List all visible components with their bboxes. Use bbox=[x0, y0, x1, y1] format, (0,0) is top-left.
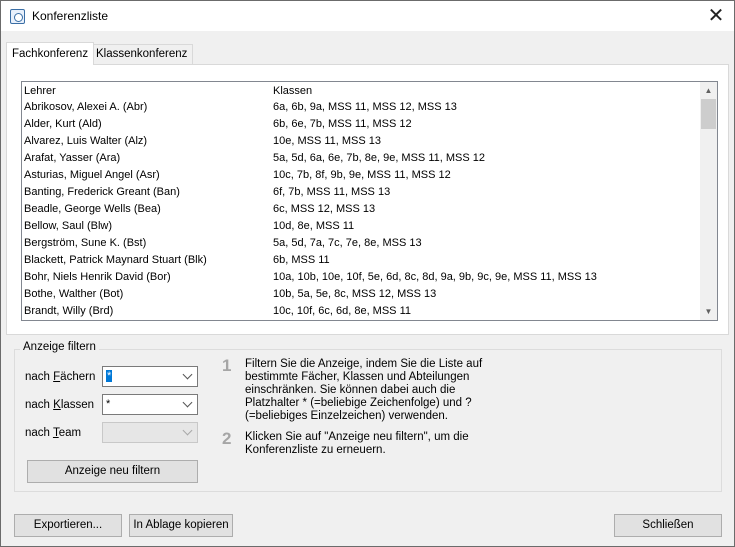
teacher-cell: Blackett, Patrick Maynard Stuart (Blk) bbox=[24, 254, 207, 266]
list-item[interactable]: Banting, Frederick Greant (Ban) 6f, 7b, M… bbox=[22, 184, 702, 201]
list-header: Lehrer Klassen bbox=[22, 82, 702, 99]
teacher-cell: Beadle, George Wells (Bea) bbox=[24, 203, 161, 215]
classes-cell: 10e, MSS 11, MSS 13 bbox=[273, 135, 382, 147]
teacher-cell: Alvarez, Luis Walter (Alz) bbox=[24, 135, 148, 147]
close-icon[interactable]: ✕ bbox=[698, 1, 734, 31]
classes-cell: 10b, 5a, 5e, 8c, MSS 12, MSS 13 bbox=[273, 288, 437, 300]
teacher-cell: Alder, Kurt (Ald) bbox=[24, 118, 102, 130]
column-header-lehrer[interactable]: Lehrer bbox=[24, 85, 56, 97]
teacher-cell: Arafat, Yasser (Ara) bbox=[24, 152, 121, 164]
copy-to-clipboard-button[interactable]: In Ablage kopieren bbox=[129, 514, 233, 537]
classes-cell: 6b, 6e, 7b, MSS 11, MSS 12 bbox=[273, 118, 412, 130]
step-text-2: Klicken Sie auf "Anzeige neu filtern", u… bbox=[245, 431, 469, 456]
vertical-scrollbar[interactable]: ▲ ▼ bbox=[700, 82, 717, 320]
list-item[interactable]: Alder, Kurt (Ald) 6b, 6e, 7b, MSS 11, MSS… bbox=[22, 116, 702, 133]
teacher-cell: Bothe, Walther (Bot) bbox=[24, 288, 124, 300]
scroll-thumb[interactable] bbox=[701, 99, 716, 129]
konferenzliste-window: Konferenzliste ✕ Fachkonferenz Klassenko… bbox=[0, 0, 735, 547]
classes-cell: 5a, 5d, 7a, 7c, 7e, 8e, MSS 13 bbox=[273, 237, 422, 249]
teacher-cell: Abrikosov, Alexei A. (Abr) bbox=[24, 101, 148, 113]
list-body: Abrikosov, Alexei A. (Abr) 6a, 6b, 9a, MS… bbox=[22, 99, 702, 320]
window-title: Konferenzliste bbox=[32, 9, 109, 23]
list-item[interactable]: Beadle, George Wells (Bea) 6c, MSS 12, MS… bbox=[22, 201, 702, 218]
classes-cell: 10c, 10f, 6c, 6d, 8e, MSS 11 bbox=[273, 305, 411, 317]
tab-fachkonferenz[interactable]: Fachkonferenz bbox=[6, 42, 95, 65]
teacher-cell: Bohr, Niels Henrik David (Bor) bbox=[24, 271, 171, 283]
step-number-2: 2 bbox=[222, 429, 232, 448]
chevron-down-icon[interactable] bbox=[182, 369, 194, 383]
list-item[interactable]: Blackett, Patrick Maynard Stuart (Blk) 6b… bbox=[22, 252, 702, 269]
classes-cell: 10d, 8e, MSS 11 bbox=[273, 220, 355, 232]
subjects-filter-combo[interactable]: * bbox=[102, 366, 198, 387]
team-filter-label: nach Team bbox=[25, 427, 82, 439]
subjects-filter-label: nach Fächern bbox=[25, 371, 96, 383]
team-filter-combo[interactable] bbox=[102, 422, 198, 443]
apply-filter-button[interactable]: Anzeige neu filtern bbox=[27, 460, 198, 483]
export-button[interactable]: Exportieren... bbox=[14, 514, 122, 537]
list-item[interactable]: Arafat, Yasser (Ara) 5a, 5d, 6a, 6e, 7b, … bbox=[22, 150, 702, 167]
teacher-cell: Brandt, Willy (Brd) bbox=[24, 305, 114, 317]
list-item[interactable]: Asturias, Miguel Angel (Asr) 10c, 7b, 8f,… bbox=[22, 167, 702, 184]
tab-panel-fachkonferenz: Lehrer Klassen Abrikosov, Alexei A. (Abr… bbox=[6, 64, 729, 335]
teacher-cell: Bergström, Sune K. (Bst) bbox=[24, 237, 147, 249]
close-button[interactable]: Schließen bbox=[614, 514, 722, 537]
title-bar: Konferenzliste ✕ bbox=[1, 1, 734, 31]
classes-filter-value: * bbox=[106, 398, 111, 410]
teacher-list[interactable]: Lehrer Klassen Abrikosov, Alexei A. (Abr… bbox=[21, 81, 718, 321]
classes-filter-combo[interactable]: * bbox=[102, 394, 198, 415]
classes-cell: 6c, MSS 12, MSS 13 bbox=[273, 203, 376, 215]
classes-cell: 10c, 7b, 8f, 9b, 9e, MSS 11, MSS 12 bbox=[273, 169, 451, 181]
classes-cell: 5a, 5d, 6a, 6e, 7b, 8e, 9e, MSS 11, MSS … bbox=[273, 152, 485, 164]
list-item[interactable]: Bohr, Niels Henrik David (Bor) 10a, 10b, … bbox=[22, 269, 702, 286]
classes-cell: 6f, 7b, MSS 11, MSS 13 bbox=[273, 186, 391, 198]
scroll-up-icon[interactable]: ▲ bbox=[700, 82, 717, 99]
list-item[interactable]: Brandt, Willy (Brd) 10c, 10f, 6c, 6d, 8e,… bbox=[22, 303, 702, 320]
step-number-1: 1 bbox=[222, 356, 232, 375]
teacher-cell: Bellow, Saul (Blw) bbox=[24, 220, 113, 232]
list-item[interactable]: Bothe, Walther (Bot) 10b, 5a, 5e, 8c, MSS… bbox=[22, 286, 702, 303]
filter-legend: Anzeige filtern bbox=[20, 341, 99, 353]
list-item[interactable]: Alvarez, Luis Walter (Alz) 10e, MSS 11, M… bbox=[22, 133, 702, 150]
list-item[interactable]: Bellow, Saul (Blw) 10d, 8e, MSS 11 bbox=[22, 218, 702, 235]
chevron-down-icon[interactable] bbox=[182, 397, 194, 411]
chevron-down-icon[interactable] bbox=[182, 425, 194, 439]
classes-cell: 6a, 6b, 9a, MSS 11, MSS 12, MSS 13 bbox=[273, 101, 457, 113]
classes-filter-label: nach Klassen bbox=[25, 399, 95, 411]
list-item[interactable]: Bergström, Sune K. (Bst) 5a, 5d, 7a, 7c, … bbox=[22, 235, 702, 252]
subjects-filter-value: * bbox=[106, 370, 113, 382]
scroll-down-icon[interactable]: ▼ bbox=[700, 303, 717, 320]
classes-cell: 6b, MSS 11 bbox=[273, 254, 330, 266]
classes-cell: 10a, 10b, 10e, 10f, 5e, 6d, 8c, 8d, 9a, … bbox=[273, 271, 597, 283]
app-icon bbox=[10, 9, 25, 24]
column-header-klassen[interactable]: Klassen bbox=[273, 85, 312, 97]
list-item[interactable]: Abrikosov, Alexei A. (Abr) 6a, 6b, 9a, MS… bbox=[22, 99, 702, 116]
tab-klassenkonferenz[interactable]: Klassenkonferenz bbox=[90, 44, 194, 65]
step-text-1: Filtern Sie die Anzeige, indem Sie die L… bbox=[245, 358, 483, 422]
teacher-cell: Asturias, Miguel Angel (Asr) bbox=[24, 169, 160, 181]
teacher-cell: Banting, Frederick Greant (Ban) bbox=[24, 186, 180, 198]
